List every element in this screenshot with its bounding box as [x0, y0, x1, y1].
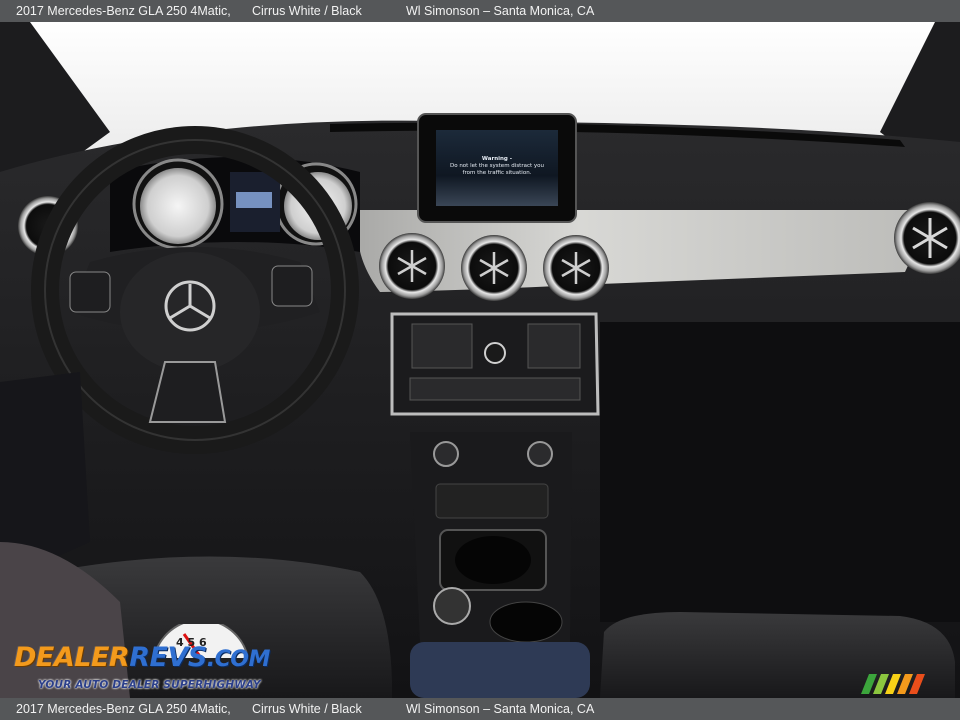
dealerrevs-tagline: YOUR AUTO DEALER SUPERHIGHWAY	[38, 679, 261, 691]
logo-revs: Revs	[129, 642, 207, 673]
infotainment-screen: Warning - Do not let the system distract…	[436, 130, 558, 206]
dashboard-illustration	[0, 22, 960, 698]
vehicle-color: Cirrus White / Black	[252, 4, 362, 18]
top-caption-bar: 2017 Mercedes-Benz GLA 250 4Matic, Cirru…	[0, 0, 960, 22]
screen-warning-title: Warning -	[481, 156, 513, 162]
center-vents	[379, 233, 609, 301]
colorful-stripes-logo	[861, 674, 925, 694]
vehicle-color-footer: Cirrus White / Black	[252, 702, 362, 716]
dealer-name: Wl Simonson – Santa Monica, CA	[406, 4, 595, 18]
bottom-caption-bar: 2017 Mercedes-Benz GLA 250 4Matic, Cirru…	[0, 698, 960, 720]
dealerrevs-watermark: 4 5 6 DealerRevs.com YOUR AUTO DEALER SU…	[12, 624, 272, 694]
screen-warning-line: Do not let the system distract you	[449, 163, 545, 169]
dealer-name-footer: Wl Simonson – Santa Monica, CA	[406, 702, 595, 716]
vehicle-model-footer: 2017 Mercedes-Benz GLA 250 4Matic,	[16, 702, 231, 716]
logo-dealer: Dealer	[14, 642, 130, 673]
interior-photo: Warning - Do not let the system distract…	[0, 22, 960, 698]
dealerrevs-logo: DealerRevs.com	[14, 642, 270, 673]
vehicle-model: 2017 Mercedes-Benz GLA 250 4Matic,	[16, 4, 231, 18]
screen-warning-line-2: from the traffic situation.	[462, 170, 532, 176]
logo-com: .com	[206, 647, 271, 672]
